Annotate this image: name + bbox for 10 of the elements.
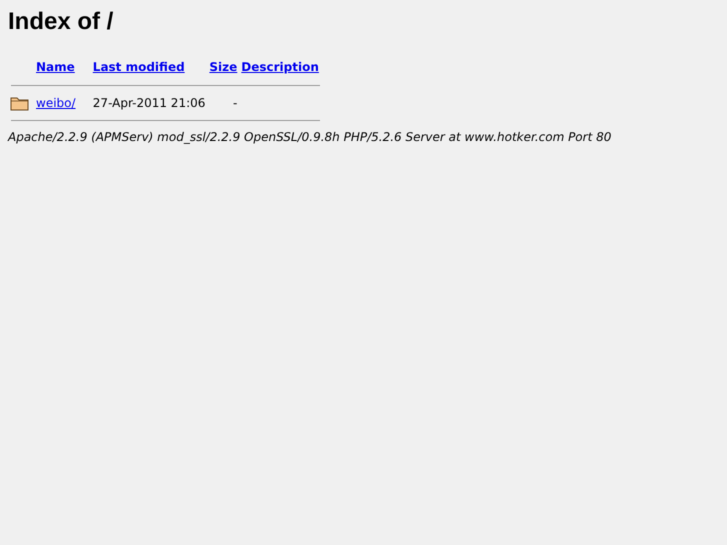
- column-header-link[interactable]: Size: [209, 60, 238, 74]
- folder-icon: [10, 95, 30, 111]
- page-title: Index of /: [8, 8, 114, 36]
- server-signature: Apache/2.2.9 (APMServ) mod_ssl/2.2.9 OpenSSL/0.9.8h PHP/5.2.6 Server at www.hotker.com Port 80: [8, 130, 612, 144]
- table-cell-text: -: [232, 95, 238, 112]
- column-header-link[interactable]: Description: [241, 60, 319, 74]
- table-cell-text: 27-Apr-2011 21:06: [92, 95, 206, 112]
- column-header-link[interactable]: Last modified: [92, 60, 199, 74]
- column-header-link[interactable]: Name: [36, 60, 89, 74]
- file-link[interactable]: weibo/: [36, 96, 76, 110]
